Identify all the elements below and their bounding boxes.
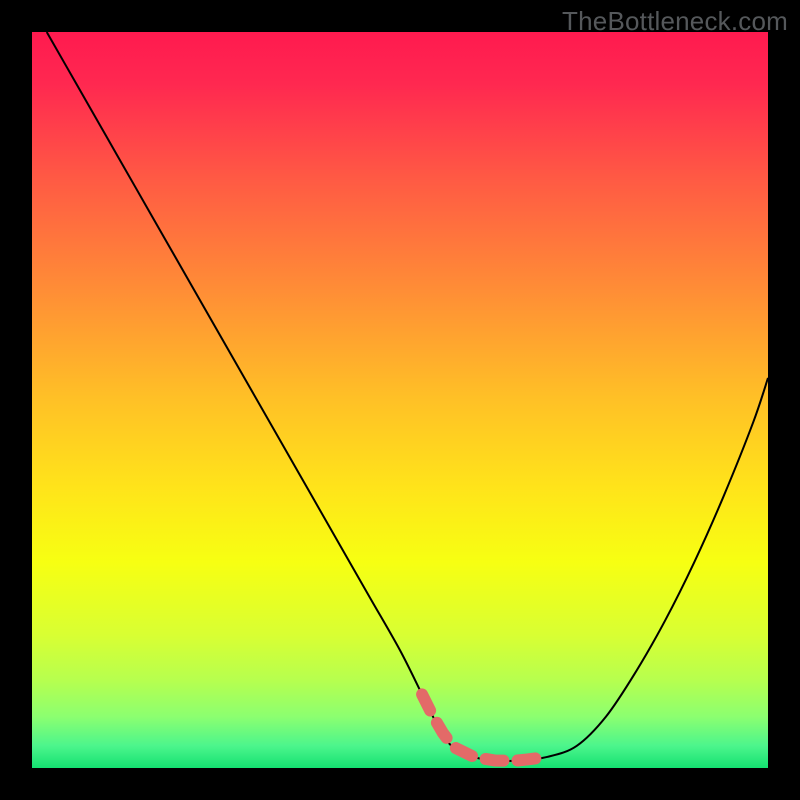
gradient-background — [32, 32, 768, 768]
plot-area — [32, 32, 768, 768]
watermark-text: TheBottleneck.com — [562, 6, 788, 37]
bottleneck-chart — [32, 32, 768, 768]
chart-frame: TheBottleneck.com — [0, 0, 800, 800]
